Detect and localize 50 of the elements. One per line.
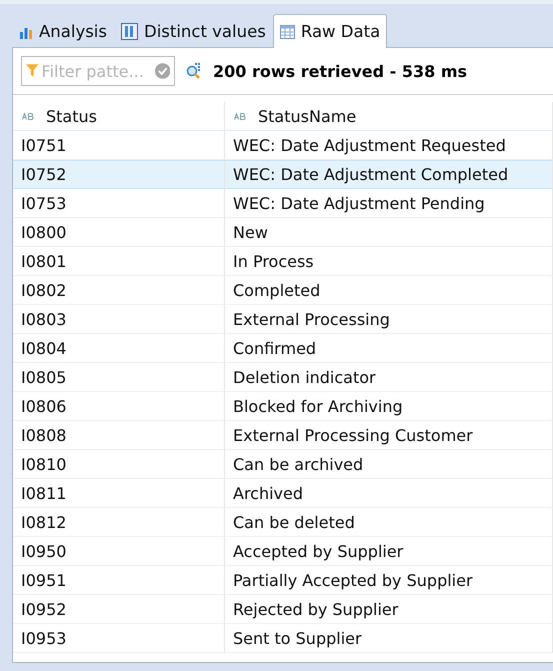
- query-icon: [185, 62, 203, 80]
- table-cell[interactable]: I0803: [13, 305, 225, 334]
- table-cell[interactable]: Deletion indicator: [225, 363, 553, 392]
- table-cell[interactable]: I0800: [13, 218, 225, 247]
- table-cell[interactable]: I0952: [13, 595, 225, 624]
- column-title: StatusName: [258, 106, 356, 126]
- table-cell[interactable]: WEC: Date Adjustment Completed: [225, 160, 553, 189]
- table-cell[interactable]: I0810: [13, 450, 225, 479]
- table-cell[interactable]: I0950: [13, 537, 225, 566]
- table-cell[interactable]: I0805: [13, 363, 225, 392]
- table-cell[interactable]: I0801: [13, 247, 225, 276]
- table-cell[interactable]: Partially Accepted by Supplier: [225, 566, 553, 595]
- text-type-icon: [234, 112, 246, 120]
- column-header[interactable]: Status: [13, 102, 225, 131]
- table-cell[interactable]: I0953: [13, 624, 225, 653]
- table-cell[interactable]: I0812: [13, 508, 225, 537]
- table-cell[interactable]: WEC: Date Adjustment Pending: [225, 189, 553, 218]
- filter-field[interactable]: Filter patte...: [21, 56, 175, 86]
- table-cell[interactable]: I0951: [13, 566, 225, 595]
- table-cell[interactable]: Blocked for Archiving: [225, 392, 553, 421]
- tab[interactable]: Distinct values: [114, 15, 273, 47]
- table-cell[interactable]: In Process: [225, 247, 553, 276]
- table-cell[interactable]: Completed: [225, 276, 553, 305]
- table-cell[interactable]: I0806: [13, 392, 225, 421]
- table-cell[interactable]: I0804: [13, 334, 225, 363]
- table-cell[interactable]: I0802: [13, 276, 225, 305]
- column-title: Status: [46, 106, 97, 126]
- tab[interactable]: Raw Data: [272, 14, 388, 48]
- table-cell[interactable]: I0752: [13, 160, 225, 189]
- table-cell[interactable]: Can be archived: [225, 450, 553, 479]
- table-cell[interactable]: External Processing Customer: [225, 421, 553, 450]
- tab[interactable]: Analysis: [12, 15, 114, 47]
- table-cell[interactable]: Can be deleted: [225, 508, 553, 537]
- columns-icon: [120, 23, 138, 40]
- column-header[interactable]: StatusName: [225, 102, 553, 131]
- table-cell[interactable]: Rejected by Supplier: [225, 595, 553, 624]
- table-cell[interactable]: External Processing: [225, 305, 553, 334]
- table-cell[interactable]: Archived: [225, 479, 553, 508]
- check-icon[interactable]: [154, 63, 170, 79]
- table-cell[interactable]: Sent to Supplier: [225, 624, 553, 653]
- text-type-icon: [22, 112, 34, 120]
- table-icon: [280, 24, 295, 38]
- table-cell[interactable]: I0808: [13, 421, 225, 450]
- table-cell[interactable]: New: [225, 218, 553, 247]
- table-cell[interactable]: Confirmed: [225, 334, 553, 363]
- table-cell[interactable]: I0753: [13, 189, 225, 218]
- status-text: 200 rows retrieved - 538 ms: [213, 62, 468, 80]
- table-cell[interactable]: I0811: [13, 479, 225, 508]
- table-cell[interactable]: Accepted by Supplier: [225, 537, 553, 566]
- funnel-icon: [26, 64, 39, 78]
